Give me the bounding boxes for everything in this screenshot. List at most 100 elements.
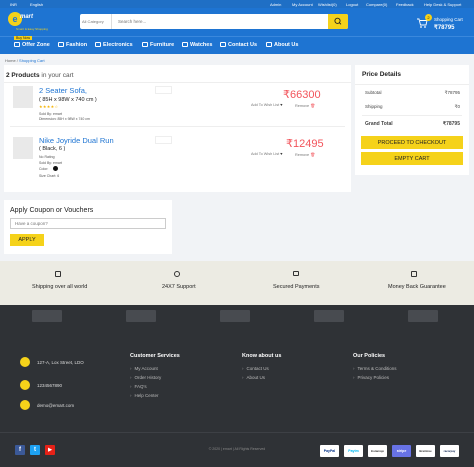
remove-item-link[interactable]: Remove 🗑 [295, 152, 315, 157]
language-selector[interactable]: English [30, 2, 43, 7]
footer-link-order-history[interactable]: Order History [130, 375, 162, 380]
nav-label: Electronics [103, 42, 133, 48]
cart-label: Shopping Cart [434, 17, 463, 22]
footer-link-privacy[interactable]: Privacy Policies [353, 375, 390, 380]
divider [362, 115, 462, 116]
email-icon [20, 400, 30, 410]
wishlist-link[interactable]: Wishlist(0) [318, 2, 337, 7]
footer-link-contact-us[interactable]: Contact Us [242, 366, 269, 371]
facebook-icon[interactable]: f [15, 445, 25, 455]
remove-label: Remove [295, 104, 310, 108]
footer: 127-A, Lox Street, LDO 1234567890 demo@e… [0, 305, 474, 467]
add-to-wishlist-link[interactable]: Add To Wish List ♥ [251, 103, 283, 107]
divider [0, 432, 474, 433]
logo-tagline: Smart & Easy Shopping [16, 27, 48, 31]
cart-total: ₹78795 [434, 25, 455, 31]
product-variant-shoe: ( Black, 6 ) [39, 146, 66, 152]
compare-link[interactable]: Compare(0) [366, 2, 387, 7]
nav-furniture[interactable]: Furniture [142, 42, 174, 48]
my-account-link[interactable]: My Account [292, 2, 313, 7]
footer-email[interactable]: demo@emart.com [37, 403, 74, 408]
nav-electronics[interactable]: Electronics [95, 42, 133, 48]
color-label: Color: [39, 167, 49, 171]
razorpay-icon: razorpay [440, 445, 459, 457]
header: e mart Smart & Easy Shopping All Categor… [0, 8, 474, 36]
header-cart[interactable]: 2 Shopping Cart ₹78795 [416, 14, 472, 34]
nav-label: Furniture [150, 42, 175, 48]
breadcrumb-home[interactable]: Home [5, 58, 16, 63]
footer-link-my-account[interactable]: My Account [130, 366, 158, 371]
footer-link-terms[interactable]: Terms & Conditions [353, 366, 397, 371]
sofa-icon [142, 42, 148, 47]
product-name-sofa[interactable]: 2 Seater Sofa, [39, 86, 87, 95]
admin-link[interactable]: Admin [270, 2, 281, 7]
grand-total-label: Grand Total [365, 121, 393, 127]
feedback-link[interactable]: Feedback [396, 2, 414, 7]
empty-cart-button[interactable]: EMPTY CART [361, 152, 463, 165]
remove-item-link[interactable]: Remove 🗑 [295, 103, 315, 108]
nav-fashion[interactable]: Fashion [58, 42, 87, 48]
add-to-wishlist-link[interactable]: Add To Wish List ♥ [251, 152, 283, 156]
lock-icon [411, 271, 417, 277]
search-category-select[interactable]: All Category [80, 14, 112, 29]
search-input[interactable] [114, 14, 324, 29]
nav-about-us[interactable]: About Us [266, 42, 298, 48]
youtube-icon[interactable]: ▶ [45, 445, 55, 455]
features-strip: Shipping over all world 24X7 Support Sec… [0, 261, 474, 305]
color-swatch [53, 166, 58, 171]
info-icon [266, 42, 272, 47]
tag-icon [14, 42, 20, 47]
footer-link-help-center[interactable]: Help Center [130, 393, 159, 398]
wishlist-label: Add To Wish List [251, 152, 280, 156]
cart-panel [4, 65, 351, 192]
help-desk-link[interactable]: Help Desk & Support [424, 2, 461, 7]
logout-link[interactable]: Logout [346, 2, 358, 7]
feature-shipping: Shipping over all world [32, 284, 88, 290]
product-image-sofa[interactable] [13, 86, 33, 108]
nav-badge: Buy Now [14, 36, 33, 40]
feature-money-back: Money Back Guarantee [388, 284, 446, 290]
quantity-stepper[interactable] [155, 86, 172, 94]
footer-phone[interactable]: 1234567890 [37, 383, 62, 388]
quantity-stepper[interactable] [155, 136, 172, 144]
nav-label: Offer Zone [22, 42, 50, 48]
nav-contact-us[interactable]: Contact Us [220, 42, 257, 48]
apply-coupon-button[interactable]: APPLY [10, 234, 44, 246]
our-policies-title: Our Policies [353, 353, 386, 359]
search-button[interactable] [328, 14, 348, 29]
nav-label: Fashion [66, 42, 88, 48]
product-name-shoe[interactable]: Nike Joyride Dual Run [39, 136, 114, 145]
currency-selector[interactable]: INR [10, 2, 17, 7]
product-price-sofa: ₹66300 [283, 89, 321, 101]
coupon-input[interactable] [10, 218, 166, 229]
headset-icon [174, 271, 180, 277]
footer-banner-tile [314, 310, 344, 322]
card-icon [293, 271, 299, 276]
cart-count-text: 2 Products [6, 72, 40, 79]
price-details-title: Price Details [362, 71, 402, 78]
instamojo-icon: Instamojo [368, 445, 387, 457]
twitter-icon[interactable]: t [30, 445, 40, 455]
footer-link-faq[interactable]: FAQ's [130, 384, 147, 389]
site-logo[interactable]: e mart Smart & Easy Shopping [8, 12, 48, 31]
nav-watches[interactable]: Watches [182, 42, 212, 48]
nav-offer-zone[interactable]: Offer Zone [14, 42, 50, 48]
cart-title-suffix: in your cart [41, 72, 74, 79]
location-icon [20, 357, 30, 367]
proceed-to-checkout-button[interactable]: PROCEED TO CHECKOUT [361, 136, 463, 149]
watch-icon [182, 42, 188, 47]
footer-link-about-us[interactable]: About Us [242, 375, 266, 380]
divider [4, 82, 351, 83]
product-variant-sofa: ( 85H x 98W x 740 cm ) [39, 97, 97, 103]
top-bar: INR English Admin My Account Wishlist(0)… [0, 0, 474, 8]
footer-banner-tile [32, 310, 62, 322]
nav-label: About Us [274, 42, 299, 48]
sold-by: Sold By: emart [39, 161, 62, 165]
footer-banner-tile [220, 310, 250, 322]
stripe-icon: stripe [392, 445, 411, 457]
divider [355, 84, 469, 85]
product-image-shoe[interactable] [13, 137, 33, 159]
breadcrumb: Home / Shopping Cart [5, 58, 45, 63]
know-about-us-title: Know about us [242, 353, 282, 359]
feature-support: 24X7 Support [162, 284, 196, 290]
